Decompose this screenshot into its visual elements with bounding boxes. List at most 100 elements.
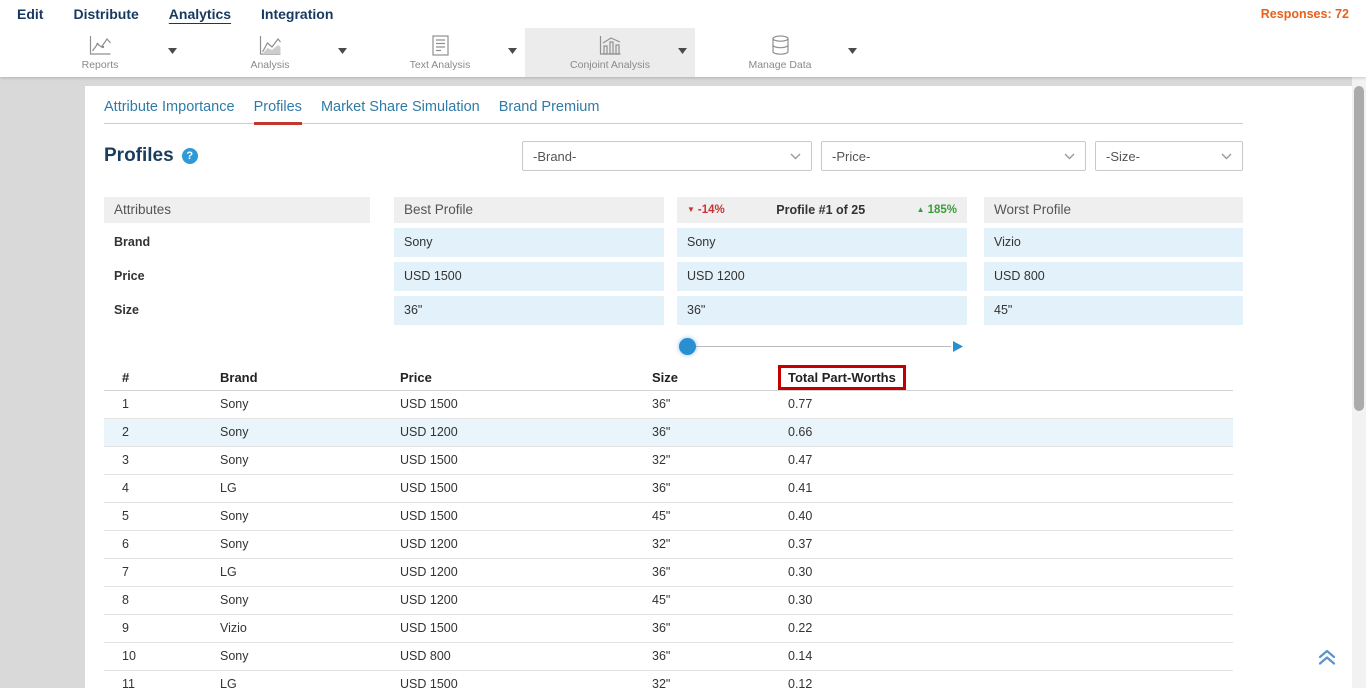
table-row-5[interactable]: 5SonyUSD 150045"0.40 bbox=[104, 503, 1233, 531]
increase-value: 185% bbox=[928, 197, 957, 223]
line-chart-icon bbox=[89, 34, 112, 56]
table-header-row: #BrandPriceSizeTotal Part-Worths bbox=[104, 365, 1233, 391]
size-dropdown[interactable]: -Size- bbox=[1095, 141, 1243, 171]
table-row-9[interactable]: 9VizioUSD 150036"0.22 bbox=[104, 615, 1233, 643]
section-tabs: Attribute Importance Profiles Market Share… bbox=[104, 86, 1243, 124]
table-row-6[interactable]: 6SonyUSD 120032"0.37 bbox=[104, 531, 1233, 559]
slider-next-arrow-icon[interactable] bbox=[953, 341, 963, 352]
current-profile-values: SonyUSD 120036" bbox=[677, 228, 967, 325]
table-row-10[interactable]: 10SonyUSD 80036"0.14 bbox=[104, 643, 1233, 671]
cell-number: 8 bbox=[104, 587, 202, 614]
cell-total-part-worths: 0.12 bbox=[770, 671, 1233, 688]
scroll-to-top-button[interactable] bbox=[1316, 648, 1338, 666]
table-row-7[interactable]: 7LGUSD 120036"0.30 bbox=[104, 559, 1233, 587]
annotation-highlight-box: Total Part-Worths bbox=[778, 365, 906, 390]
cell-number: 2 bbox=[104, 419, 202, 446]
cell-brand: Vizio bbox=[202, 615, 382, 642]
cell-size: 45" bbox=[634, 587, 770, 614]
cell-number: 6 bbox=[104, 531, 202, 558]
help-icon[interactable]: ? bbox=[182, 148, 198, 164]
cell-price: USD 1200 bbox=[382, 587, 634, 614]
cell-total-part-worths: 0.47 bbox=[770, 447, 1233, 474]
toolbar-item-reports[interactable]: Reports bbox=[15, 28, 185, 77]
attribute-labels: BrandPriceSize bbox=[104, 228, 370, 325]
worst-profile-value: Vizio bbox=[984, 228, 1243, 257]
dropdown-value: -Brand- bbox=[533, 149, 576, 164]
cell-brand: Sony bbox=[202, 419, 382, 446]
caret-down-icon[interactable] bbox=[508, 48, 517, 54]
cell-price: USD 1500 bbox=[382, 447, 634, 474]
toolbar-item-analysis[interactable]: Analysis bbox=[185, 28, 355, 77]
cell-size: 36" bbox=[634, 643, 770, 670]
conjoint-chart-icon bbox=[599, 34, 622, 56]
toolbar-item-label: Manage Data bbox=[748, 59, 811, 71]
cell-brand: Sony bbox=[202, 531, 382, 558]
tab-profiles[interactable]: Profiles bbox=[254, 99, 302, 123]
column-header-brand: Brand bbox=[202, 370, 382, 385]
toolbar-item-conjoint-analysis[interactable]: Conjoint Analysis bbox=[525, 28, 695, 77]
best-profile-header: Best Profile bbox=[394, 197, 664, 223]
worst-profile-value: 45" bbox=[984, 296, 1243, 325]
chevron-down-icon bbox=[790, 153, 801, 160]
slider-handle[interactable] bbox=[679, 338, 696, 355]
column-header-size: Size bbox=[634, 370, 770, 385]
chevron-down-icon bbox=[1064, 153, 1075, 160]
cell-brand: LG bbox=[202, 559, 382, 586]
cell-total-part-worths: 0.66 bbox=[770, 419, 1233, 446]
cell-number: 9 bbox=[104, 615, 202, 642]
cell-total-part-worths: 0.37 bbox=[770, 531, 1233, 558]
brand-dropdown[interactable]: -Brand- bbox=[522, 141, 812, 171]
topnav-item-edit[interactable]: Edit bbox=[17, 6, 43, 22]
worst-profile-values: VizioUSD 80045" bbox=[984, 228, 1243, 325]
cell-size: 36" bbox=[634, 559, 770, 586]
topnav-item-analytics[interactable]: Analytics bbox=[169, 6, 231, 22]
table-row-2[interactable]: 2SonyUSD 120036"0.66 bbox=[104, 419, 1233, 447]
caret-down-icon[interactable] bbox=[168, 48, 177, 54]
increase-badge: ▲185% bbox=[917, 197, 957, 223]
attributes-column: Attributes BrandPriceSize bbox=[104, 197, 370, 355]
table-row-3[interactable]: 3SonyUSD 150032"0.47 bbox=[104, 447, 1233, 475]
caret-down-icon[interactable] bbox=[338, 48, 347, 54]
cell-number: 5 bbox=[104, 503, 202, 530]
database-icon bbox=[771, 34, 790, 56]
price-dropdown[interactable]: -Price- bbox=[821, 141, 1086, 171]
profile-slider[interactable] bbox=[679, 338, 963, 355]
table-row-4[interactable]: 4LGUSD 150036"0.41 bbox=[104, 475, 1233, 503]
cell-price: USD 1500 bbox=[382, 671, 634, 688]
cell-size: 32" bbox=[634, 447, 770, 474]
cell-total-part-worths: 0.30 bbox=[770, 559, 1233, 586]
cell-size: 32" bbox=[634, 531, 770, 558]
toolbar-item-text-analysis[interactable]: Text Analysis bbox=[355, 28, 525, 77]
cell-number: 11 bbox=[104, 671, 202, 688]
cell-size: 36" bbox=[634, 615, 770, 642]
profile-counter: Profile #1 of 25 bbox=[776, 197, 865, 223]
attribute-label: Price bbox=[104, 262, 370, 291]
cell-price: USD 1200 bbox=[382, 559, 634, 586]
cell-total-part-worths: 0.30 bbox=[770, 587, 1233, 614]
topnav-item-distribute[interactable]: Distribute bbox=[73, 6, 138, 22]
toolbar-item-label: Conjoint Analysis bbox=[570, 59, 650, 71]
triangle-up-icon: ▲ bbox=[917, 206, 925, 214]
cell-number: 3 bbox=[104, 447, 202, 474]
cell-brand: Sony bbox=[202, 447, 382, 474]
table-row-11[interactable]: 11LGUSD 150032"0.12 bbox=[104, 671, 1233, 688]
attribute-label: Brand bbox=[104, 228, 370, 257]
scrollbar-thumb[interactable] bbox=[1354, 86, 1364, 411]
responses-count[interactable]: Responses: 72 bbox=[1261, 7, 1349, 21]
table-row-1[interactable]: 1SonyUSD 150036"0.77 bbox=[104, 391, 1233, 419]
best-profile-column: Best Profile SonyUSD 150036" bbox=[394, 197, 664, 355]
tab-market-share-simulation[interactable]: Market Share Simulation bbox=[321, 99, 480, 123]
table-row-8[interactable]: 8SonyUSD 120045"0.30 bbox=[104, 587, 1233, 615]
toolbar-item-label: Analysis bbox=[250, 59, 289, 71]
caret-down-icon[interactable] bbox=[848, 48, 857, 54]
caret-down-icon[interactable] bbox=[678, 48, 687, 54]
column-header-number: # bbox=[104, 370, 202, 385]
area-chart-icon bbox=[259, 34, 282, 56]
worst-profile-header: Worst Profile bbox=[984, 197, 1243, 223]
cell-size: 36" bbox=[634, 391, 770, 418]
cell-brand: LG bbox=[202, 475, 382, 502]
tab-brand-premium[interactable]: Brand Premium bbox=[499, 99, 600, 123]
toolbar-item-manage-data[interactable]: Manage Data bbox=[695, 28, 865, 77]
tab-attribute-importance[interactable]: Attribute Importance bbox=[104, 99, 235, 123]
topnav-item-integration[interactable]: Integration bbox=[261, 6, 333, 22]
